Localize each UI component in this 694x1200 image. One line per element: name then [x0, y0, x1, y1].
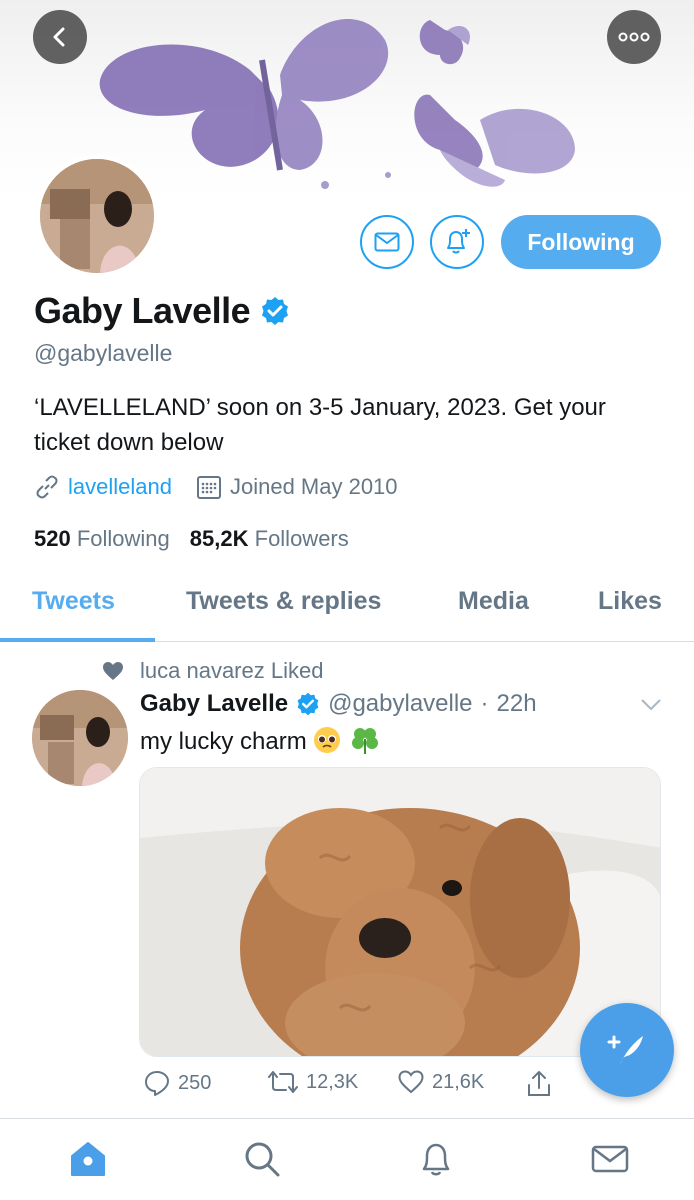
tweet-actions: 250 12,3K 21,6K [140, 1070, 660, 1106]
tweet-body: my lucky charm [140, 728, 307, 755]
profile-link[interactable]: lavelleland [68, 474, 172, 500]
compose-feather-icon [607, 1035, 643, 1066]
shamrock-icon [352, 728, 379, 754]
back-button[interactable] [33, 10, 87, 64]
tweet-author-name[interactable]: Gaby Lavelle [140, 690, 288, 718]
pleading-face-icon [314, 727, 341, 753]
share-button[interactable] [526, 1070, 552, 1098]
followers-label: Followers [254, 526, 349, 551]
home-icon [71, 1142, 105, 1176]
profile-avatar[interactable] [36, 155, 158, 277]
avatar-photo [32, 690, 128, 786]
retweet-button[interactable]: 12,3K [268, 1070, 358, 1094]
chevron-left-icon [53, 27, 65, 47]
profile-name: Gaby Lavelle [34, 290, 251, 331]
reply-button[interactable]: 250 [144, 1070, 211, 1096]
chevron-down-icon [641, 699, 661, 711]
heart-filled-icon [103, 662, 123, 680]
messages-icon [591, 1145, 629, 1173]
nav-search[interactable] [242, 1139, 282, 1184]
tweet-photo[interactable] [139, 767, 661, 1057]
following-count-link[interactable]: 520 Following [34, 526, 170, 552]
tweet-header: Gaby Lavelle @gabylavelle · 22h [140, 690, 537, 718]
reply-count: 250 [178, 1071, 212, 1094]
tweet-menu-button[interactable] [640, 698, 662, 717]
joined-date: Joined May 2010 [229, 474, 398, 499]
followers-count-link[interactable]: 85,2K Followers [190, 526, 349, 552]
tweet-author-handle: @gabylavelle [328, 690, 473, 717]
share-icon [528, 1071, 550, 1096]
bell-plus-icon [447, 229, 470, 254]
tab-tweets[interactable]: Tweets [32, 587, 115, 616]
envelope-icon [374, 232, 400, 252]
puppy-photo [140, 768, 660, 1056]
social-context-text: luca navarez Liked [140, 658, 324, 683]
search-icon [245, 1142, 280, 1177]
like-count: 21,6K [432, 1070, 485, 1093]
tab-likes[interactable]: Likes [598, 587, 662, 616]
social-context: luca navarez Liked [102, 658, 323, 684]
message-button[interactable] [360, 215, 414, 269]
notify-button[interactable] [430, 215, 484, 269]
tweet-separator: · [480, 690, 489, 717]
avatar-photo [40, 159, 154, 273]
profile-meta: lavelleland Joined May 2010 [34, 474, 398, 500]
reply-icon [145, 1071, 169, 1096]
more-options-button[interactable] [607, 10, 661, 64]
following-label: Following [76, 526, 170, 551]
profile-handle: @gabylavelle [34, 340, 173, 366]
retweet-icon [268, 1071, 298, 1093]
followers-count: 85,2K [189, 526, 249, 551]
heart-icon [398, 1070, 424, 1094]
link-icon [36, 475, 58, 499]
tweet-time: 22h [496, 690, 537, 717]
nav-notifications[interactable] [416, 1139, 456, 1184]
following-count: 520 [34, 526, 71, 551]
tab-tweets-replies[interactable]: Tweets & replies [186, 587, 381, 616]
nav-messages[interactable] [590, 1139, 630, 1184]
profile-tabs: Tweets Tweets & replies Media Likes [0, 575, 694, 642]
verified-badge-icon [262, 297, 289, 325]
nav-home[interactable] [68, 1139, 108, 1184]
profile-bio: ‘LAVELLELAND’ soon on 3-5 January, 2023.… [34, 394, 606, 456]
profile-name-row: Gaby Lavelle [34, 290, 290, 332]
verified-badge-icon [297, 692, 319, 716]
following-button[interactable]: Following [501, 215, 661, 269]
bottom-navigation [0, 1118, 694, 1200]
like-button[interactable]: 21,6K [398, 1070, 484, 1094]
follow-counts: 520 Following 85,2K Followers [34, 526, 349, 552]
compose-tweet-button[interactable] [580, 1003, 674, 1097]
retweet-count: 12,3K [306, 1070, 359, 1093]
tab-media[interactable]: Media [458, 587, 529, 616]
notifications-icon [422, 1143, 450, 1176]
tweet-author-avatar[interactable] [32, 690, 128, 786]
more-dots-icon [618, 32, 650, 42]
tweet-text: my lucky charm [140, 725, 382, 756]
calendar-icon [196, 476, 221, 499]
active-tab-indicator [0, 638, 155, 642]
